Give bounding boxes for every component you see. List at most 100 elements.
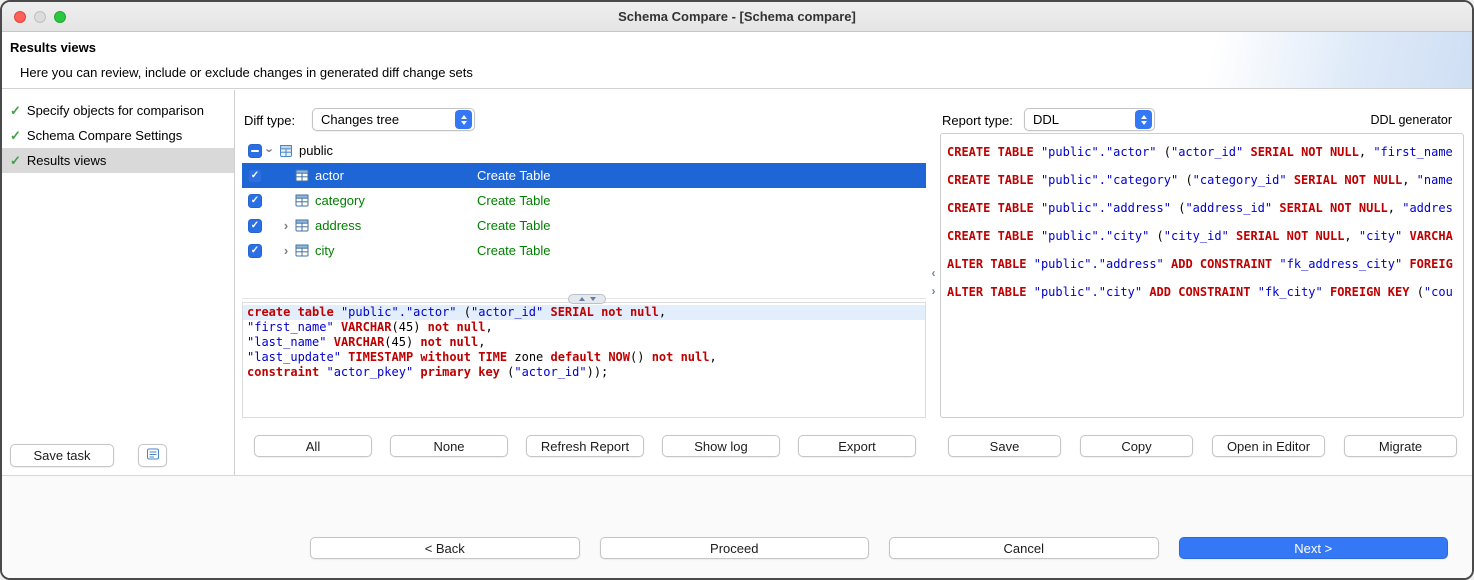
tree-row-public[interactable]: › public [242,138,926,163]
sql-token [1034,173,1041,187]
vertical-splitter[interactable]: ‹ › [927,89,940,475]
ddl-line: CREATE TABLE "public"."address" ("addres… [947,194,1463,222]
diff-type-select[interactable]: Changes tree [312,108,475,131]
diff-actions: All None Refresh Report Show log Export [254,435,916,457]
all-button[interactable]: All [254,435,372,457]
checkbox[interactable] [248,144,262,158]
wizard-banner: Results views Here you can review, inclu… [2,32,1472,89]
report-actions: Save Copy Open in Editor Migrate [948,435,1457,457]
horizontal-splitter[interactable] [568,294,606,304]
sql-token: not null [652,350,710,364]
chevron-right-icon[interactable]: › [278,219,294,232]
sql-token: "actor_id" [514,365,586,379]
sql-token: CREATE TABLE [947,201,1034,215]
tree-row-address[interactable]: ✓›addressCreate Table [242,213,926,238]
save-button[interactable]: Save [948,435,1061,457]
save-task-button[interactable]: Save task [10,444,114,467]
sql-token: "last_update" [247,350,341,364]
sql-token: "actor_pkey" [326,365,413,379]
sql-token: )); [587,365,609,379]
wizard-step-results-views[interactable]: ✓ Results views [2,148,234,173]
sql-token: default [551,350,602,364]
sql-token: ( [1409,285,1423,299]
next-button[interactable]: Next > [1179,537,1449,559]
checkbox[interactable]: ✓ [248,169,262,183]
sql-token: VARCHAR [341,320,392,334]
tree-item-label: actor [315,168,344,183]
check-icon: ✓ [10,153,21,169]
zoom-button[interactable] [54,11,66,23]
sql-token: ( [1149,229,1163,243]
sql-token: NOT NULL [1330,201,1388,215]
checkbox[interactable]: ✓ [248,219,262,233]
sql-token: , [1359,145,1373,159]
tree-row-category[interactable]: ✓categoryCreate Table [242,188,926,213]
show-log-button[interactable]: Show log [662,435,780,457]
chevron-down-icon[interactable]: › [264,143,277,159]
wizard-step-label: Schema Compare Settings [27,128,182,143]
table-icon [295,194,313,207]
tree-item-label: public [299,143,333,158]
sql-token [1034,201,1041,215]
report-type-select[interactable]: DDL [1024,108,1155,131]
mixed-state-icon [251,150,259,152]
sql-token: ( [500,365,514,379]
sql-token: "category_id" [1193,173,1287,187]
sql-line: "first_name" VARCHAR(45) not null, [243,320,925,335]
sql-token: (45) [392,320,428,334]
diff-type-value: Changes tree [321,112,453,127]
traffic-lights [14,11,66,23]
title-bar: Schema Compare - [Schema compare] [2,2,1472,32]
sql-token: CREATE TABLE [947,229,1034,243]
sql-token: TIMESTAMP [348,350,413,364]
checkbox[interactable]: ✓ [248,194,262,208]
minimize-button[interactable] [34,11,46,23]
page-subtitle: Here you can review, include or exclude … [20,65,473,80]
sql-token: , [485,320,492,334]
sql-token: "public"."actor" [341,305,457,319]
sql-token: "public"."address" [1041,201,1171,215]
sql-token [594,305,601,319]
sql-token [1034,145,1041,159]
sql-token: "public"."city" [1041,229,1149,243]
copy-button[interactable]: Copy [1080,435,1193,457]
sql-token: , [1344,229,1358,243]
tree-row-actor[interactable]: ✓actorCreate Table [242,163,926,188]
sql-token: CREATE TABLE [947,173,1034,187]
back-button[interactable]: < Back [310,537,580,559]
migrate-button[interactable]: Migrate [1344,435,1457,457]
wizard-step-schema-compare-settings[interactable]: ✓Schema Compare Settings [2,123,234,148]
footer-area [2,476,1472,578]
table-icon [295,169,313,182]
wizard-step-specify-objects-for-comparison[interactable]: ✓Specify objects for comparison [2,98,234,123]
sql-token: SERIAL [1250,145,1293,159]
sql-token: zone [507,350,550,364]
sql-token [334,320,341,334]
sql-token: (45) [384,335,420,349]
sql-token: ( [1178,173,1192,187]
task-settings-button[interactable] [138,444,167,467]
sql-token: , [1402,173,1416,187]
tree-item-label: category [315,193,365,208]
cancel-button[interactable]: Cancel [889,537,1159,559]
sql-token [1026,257,1033,271]
close-button[interactable] [14,11,26,23]
proceed-button[interactable]: Proceed [600,537,870,559]
tree-row-city[interactable]: ✓›cityCreate Table [242,238,926,263]
sql-preview: create table "public"."actor" ("actor_id… [242,302,926,418]
sql-token [1250,285,1257,299]
chevron-right-icon[interactable]: › [278,244,294,257]
check-icon: ✓ [251,171,259,181]
checkbox[interactable]: ✓ [248,244,262,258]
wizard-step-label: Results views [27,153,106,168]
export-button[interactable]: Export [798,435,916,457]
sql-token: "public"."category" [1041,173,1178,187]
sql-token [1164,257,1171,271]
task-icon [146,447,160,464]
none-button[interactable]: None [390,435,508,457]
open-in-editor-button[interactable]: Open in Editor [1212,435,1325,457]
sql-token: VARCHA [1409,229,1452,243]
tree-item-label: address [315,218,361,233]
refresh-report-button[interactable]: Refresh Report [526,435,644,457]
sql-token: constraint [247,365,319,379]
